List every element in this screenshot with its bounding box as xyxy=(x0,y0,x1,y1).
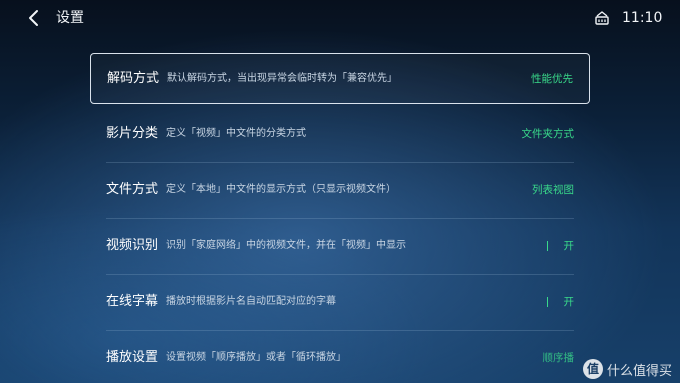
setting-description: 默认解码方式，当出现异常会临时转为「兼容优先」 xyxy=(167,73,397,84)
setting-label: 播放设置 xyxy=(106,350,159,365)
setting-row-decode-mode[interactable]: 解码方式 默认解码方式，当出现异常会临时转为「兼容优先」 性能优先 xyxy=(90,53,590,104)
setting-label: 视频识别 xyxy=(106,238,159,253)
row-divider xyxy=(106,330,574,331)
setting-value: 性能优先 xyxy=(531,73,573,85)
setting-value: 顺序播 xyxy=(542,352,575,364)
setting-row-video-recognition[interactable]: 视频识别 识别「家庭网络」中的视频文件，并在「视频」中显示 开 xyxy=(90,221,590,275)
watermark: 值 什么值得买 xyxy=(582,359,672,379)
watermark-text: 什么值得买 xyxy=(606,363,672,379)
top-bar: 设置 11:10 xyxy=(0,0,680,36)
toggle-indicator xyxy=(546,241,548,251)
chevron-left-icon xyxy=(29,10,38,26)
setting-description: 定义「本地」中文件的显示方式（只显示视频文件） xyxy=(166,184,396,195)
row-divider xyxy=(106,162,574,163)
setting-description: 识别「家庭网络」中的视频文件，并在「视频」中显示 xyxy=(166,240,406,251)
row-divider xyxy=(106,218,574,219)
toggle-indicator xyxy=(546,297,548,307)
setting-description: 播放时根据影片名自动匹配对应的字幕 xyxy=(166,296,336,307)
setting-description: 定义「视频」中文件的分类方式 xyxy=(166,128,306,139)
clock: 11:10 xyxy=(622,10,663,26)
setting-label: 解码方式 xyxy=(107,71,160,86)
setting-label: 在线字幕 xyxy=(106,294,159,309)
setting-value: 文件夹方式 xyxy=(521,128,575,140)
setting-description: 设置视频「顺序播放」或者「循环播放」 xyxy=(166,352,346,363)
setting-row-file-view[interactable]: 文件方式 定义「本地」中文件的显示方式（只显示视频文件） 列表视图 xyxy=(90,165,590,219)
setting-row-online-subtitles[interactable]: 在线字幕 播放时根据影片名自动匹配对应的字幕 开 xyxy=(90,277,590,331)
settings-list: 解码方式 默认解码方式，当出现异常会临时转为「兼容优先」 性能优先 影片分类 定… xyxy=(90,53,590,383)
back-button[interactable] xyxy=(26,8,42,28)
toggle-value[interactable]: 开 xyxy=(564,295,575,309)
watermark-logo-icon: 值 xyxy=(582,359,603,379)
setting-row-video-category[interactable]: 影片分类 定义「视频」中文件的分类方式 文件夹方式 xyxy=(90,109,590,163)
network-drive-icon xyxy=(594,10,610,26)
row-divider xyxy=(106,274,574,275)
setting-row-playback[interactable]: 播放设置 设置视频「顺序播放」或者「循环播放」 顺序播 xyxy=(90,333,590,383)
page-title: 设置 xyxy=(56,10,84,26)
setting-value: 列表视图 xyxy=(532,184,574,196)
toggle-value[interactable]: 开 xyxy=(564,239,575,253)
setting-label: 影片分类 xyxy=(106,126,159,141)
setting-label: 文件方式 xyxy=(106,182,159,197)
